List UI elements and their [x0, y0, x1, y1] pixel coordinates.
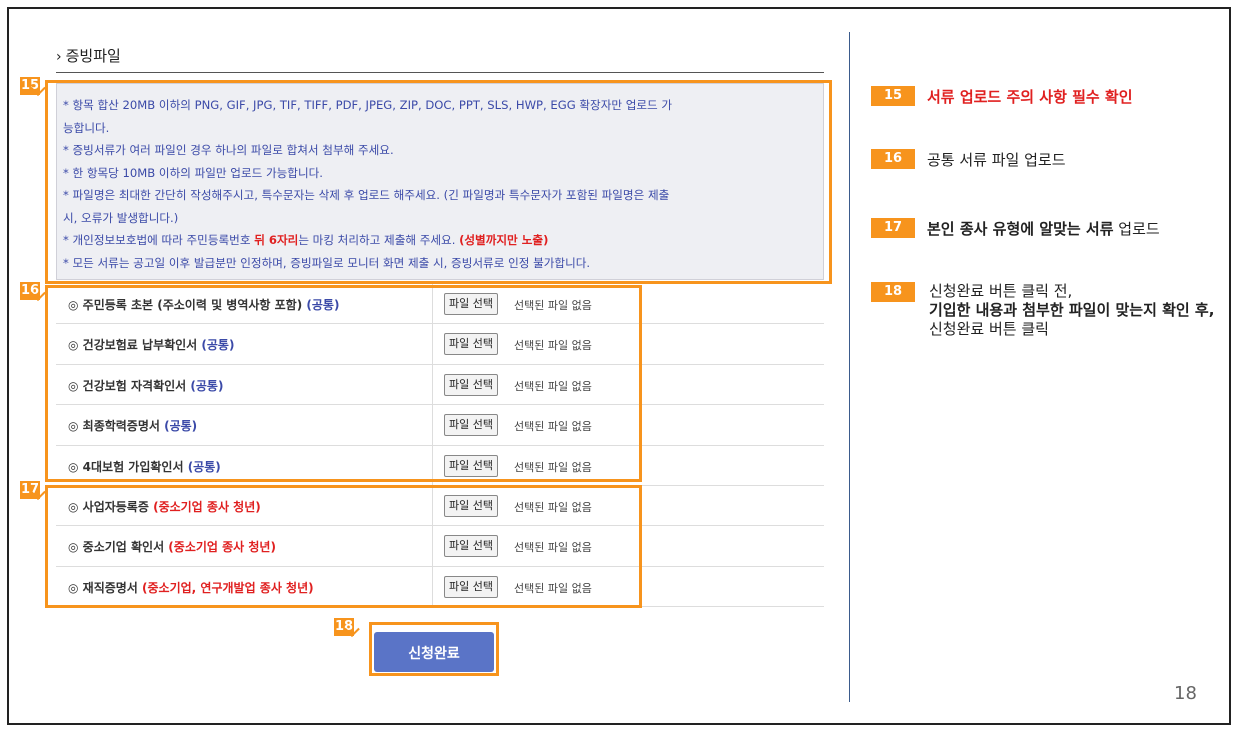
legend-item-15: 15 서류 업로드 주의 사항 필수 확인 — [871, 86, 1133, 107]
legend-item-16: 16 공통 서류 파일 업로드 — [871, 149, 1066, 170]
highlight-box-17 — [45, 485, 642, 608]
vertical-divider — [849, 32, 850, 702]
highlight-box-15 — [45, 80, 832, 284]
highlight-box-16 — [45, 285, 642, 482]
chevron-right-icon: › — [56, 49, 62, 65]
legend-item-18: 18 신청완료 버튼 클릭 전, 기입한 내용과 첨부한 파일이 맞는지 확인 … — [871, 282, 1231, 339]
top-rule — [56, 72, 824, 73]
page-number: 18 — [1174, 683, 1197, 704]
legend-item-17: 17 본인 종사 유형에 알맞는 서류 업로드 — [871, 218, 1160, 239]
badge-16: 16 — [20, 282, 40, 300]
highlight-box-18 — [369, 622, 499, 676]
badge-18: 18 — [334, 618, 354, 636]
section-title: › 증빙파일 — [56, 47, 121, 65]
badge-17: 17 — [20, 481, 40, 499]
badge-15: 15 — [20, 77, 40, 95]
